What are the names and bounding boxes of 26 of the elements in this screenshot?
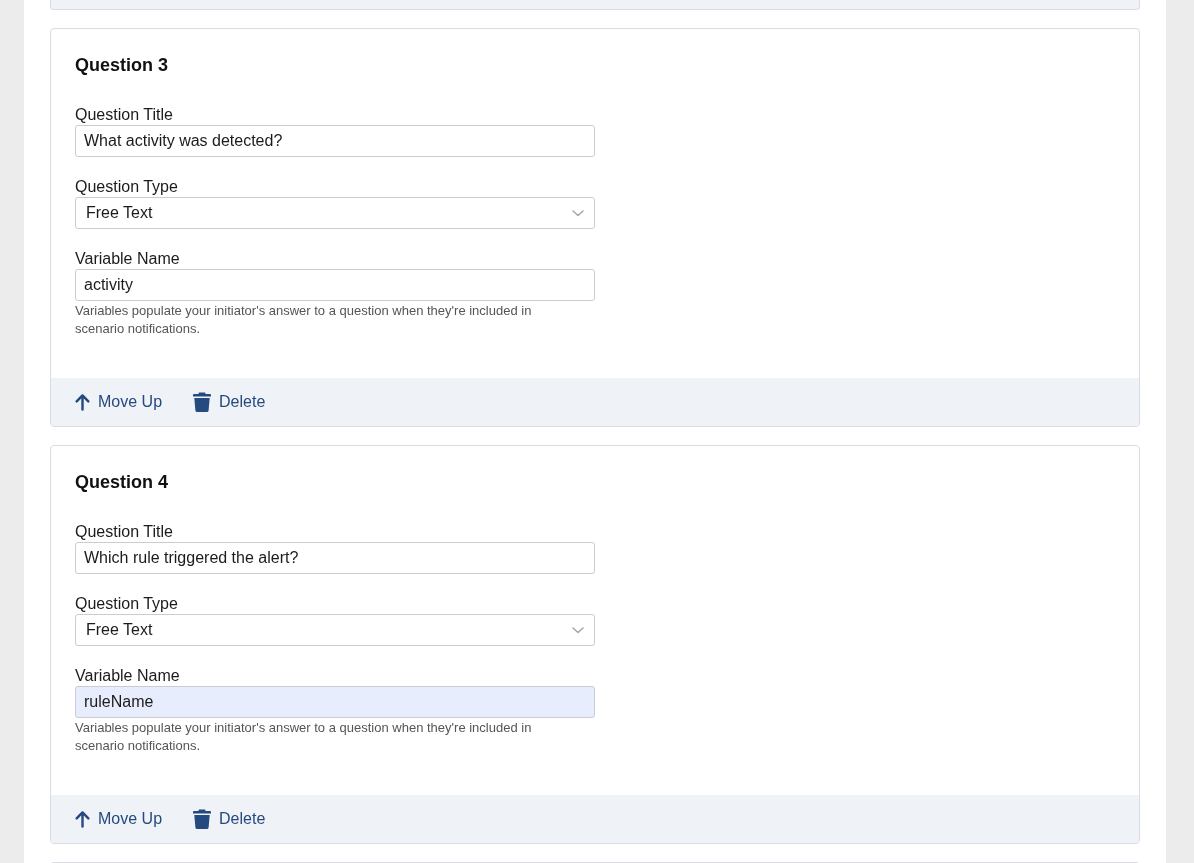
select-dropdown[interactable]: Free Text	[75, 197, 595, 229]
field-label: Variable Name	[75, 668, 181, 684]
input-field[interactable]: Which rule triggered the alert?	[75, 542, 595, 574]
help-text: Variables populate your initiator's answer to a question when they're included in scenario notifications.	[75, 302, 533, 338]
trash-icon	[193, 809, 212, 829]
move-up-button[interactable]: Move Up	[75, 393, 163, 411]
input-field[interactable]: What activity was detected?	[75, 125, 595, 157]
arrow-up-icon	[75, 810, 90, 828]
input-field[interactable]: activity	[75, 269, 595, 301]
question-heading: Question 4	[75, 471, 169, 494]
help-text: Variables populate your initiator's answer to a question when they're included in scenario notifications.	[75, 719, 533, 755]
field-label: Question Title	[75, 107, 174, 123]
field-label: Variable Name	[75, 251, 181, 267]
input-field[interactable]: ruleName	[75, 686, 595, 718]
arrow-up-icon	[75, 393, 90, 411]
question-heading: Question 3	[75, 54, 169, 77]
field-label: Question Type	[75, 596, 179, 612]
delete-button[interactable]: Delete	[193, 392, 266, 412]
chevron-down-icon	[572, 626, 584, 634]
field-label: Question Title	[75, 524, 174, 540]
move-up-button[interactable]: Move Up	[75, 810, 163, 828]
chevron-down-icon	[572, 209, 584, 217]
delete-button[interactable]: Delete	[193, 809, 266, 829]
field-label: Question Type	[75, 179, 179, 195]
trash-icon	[193, 392, 212, 412]
select-dropdown[interactable]: Free Text	[75, 614, 595, 646]
